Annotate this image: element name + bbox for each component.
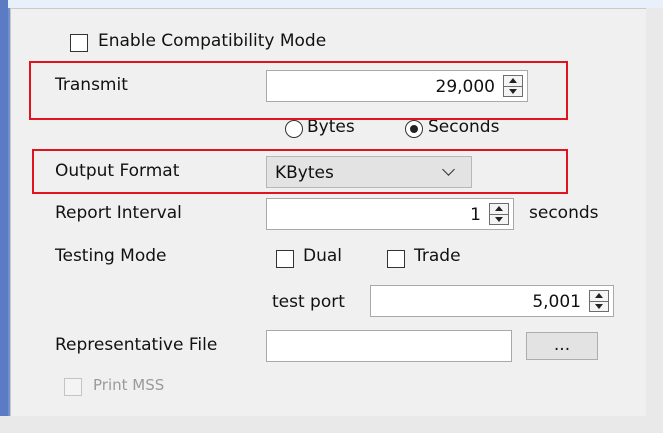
transmit-decrement-button[interactable] <box>504 86 522 96</box>
report-interval-decrement-button[interactable] <box>490 214 508 224</box>
arrow-down-icon <box>509 89 517 94</box>
chevron-down-icon <box>442 163 455 176</box>
test-port-input[interactable]: 5,001 <box>370 285 614 317</box>
transmit-input[interactable]: 29,000 <box>266 70 528 102</box>
report-interval-input[interactable]: 1 <box>266 198 514 230</box>
testing-mode-trade-label: Trade <box>414 246 461 266</box>
enable-compatibility-label: Enable Compatibility Mode <box>98 31 327 51</box>
transmit-label: Transmit <box>55 75 128 95</box>
arrow-down-icon <box>595 304 603 309</box>
arrow-up-icon <box>595 293 603 298</box>
arrow-down-icon <box>495 217 503 222</box>
output-format-value: KBytes <box>275 163 334 183</box>
transmit-unit-bytes-radio[interactable] <box>285 120 303 138</box>
representative-file-input[interactable] <box>266 330 512 362</box>
transmit-unit-bytes-label: Bytes <box>307 117 355 137</box>
print-mss-checkbox[interactable] <box>64 378 82 396</box>
testing-mode-dual-label: Dual <box>303 246 343 266</box>
transmit-spinner[interactable] <box>503 75 523 97</box>
transmit-unit-seconds-label: Seconds <box>428 117 500 137</box>
testing-mode-label: Testing Mode <box>55 246 167 266</box>
window-frame-top <box>0 0 663 8</box>
report-interval-value: 1 <box>470 205 481 225</box>
browse-file-button[interactable]: ... <box>526 332 598 360</box>
panel-right-edge <box>646 8 663 433</box>
output-format-select[interactable]: KBytes <box>266 156 472 188</box>
report-interval-label: Report Interval <box>55 203 182 223</box>
arrow-up-icon <box>495 206 503 211</box>
test-port-spinner[interactable] <box>589 290 609 312</box>
test-port-value: 5,001 <box>532 292 581 312</box>
report-interval-unit: seconds <box>529 203 599 223</box>
enable-compatibility-checkbox[interactable] <box>70 34 88 52</box>
testing-mode-dual-checkbox[interactable] <box>276 250 294 268</box>
test-port-label: test port <box>272 292 345 312</box>
report-interval-spinner[interactable] <box>489 203 509 225</box>
transmit-value: 29,000 <box>435 77 495 97</box>
transmit-unit-seconds-radio[interactable] <box>405 120 423 138</box>
test-port-decrement-button[interactable] <box>590 301 608 311</box>
window-frame-left <box>0 0 8 433</box>
representative-file-label: Representative File <box>55 335 218 355</box>
arrow-up-icon <box>509 78 517 83</box>
radio-selected-dot <box>410 125 418 133</box>
print-mss-label: Print MSS <box>93 376 165 394</box>
testing-mode-trade-checkbox[interactable] <box>387 250 405 268</box>
output-format-label: Output Format <box>55 161 180 181</box>
panel-bottom-edge <box>0 416 663 433</box>
